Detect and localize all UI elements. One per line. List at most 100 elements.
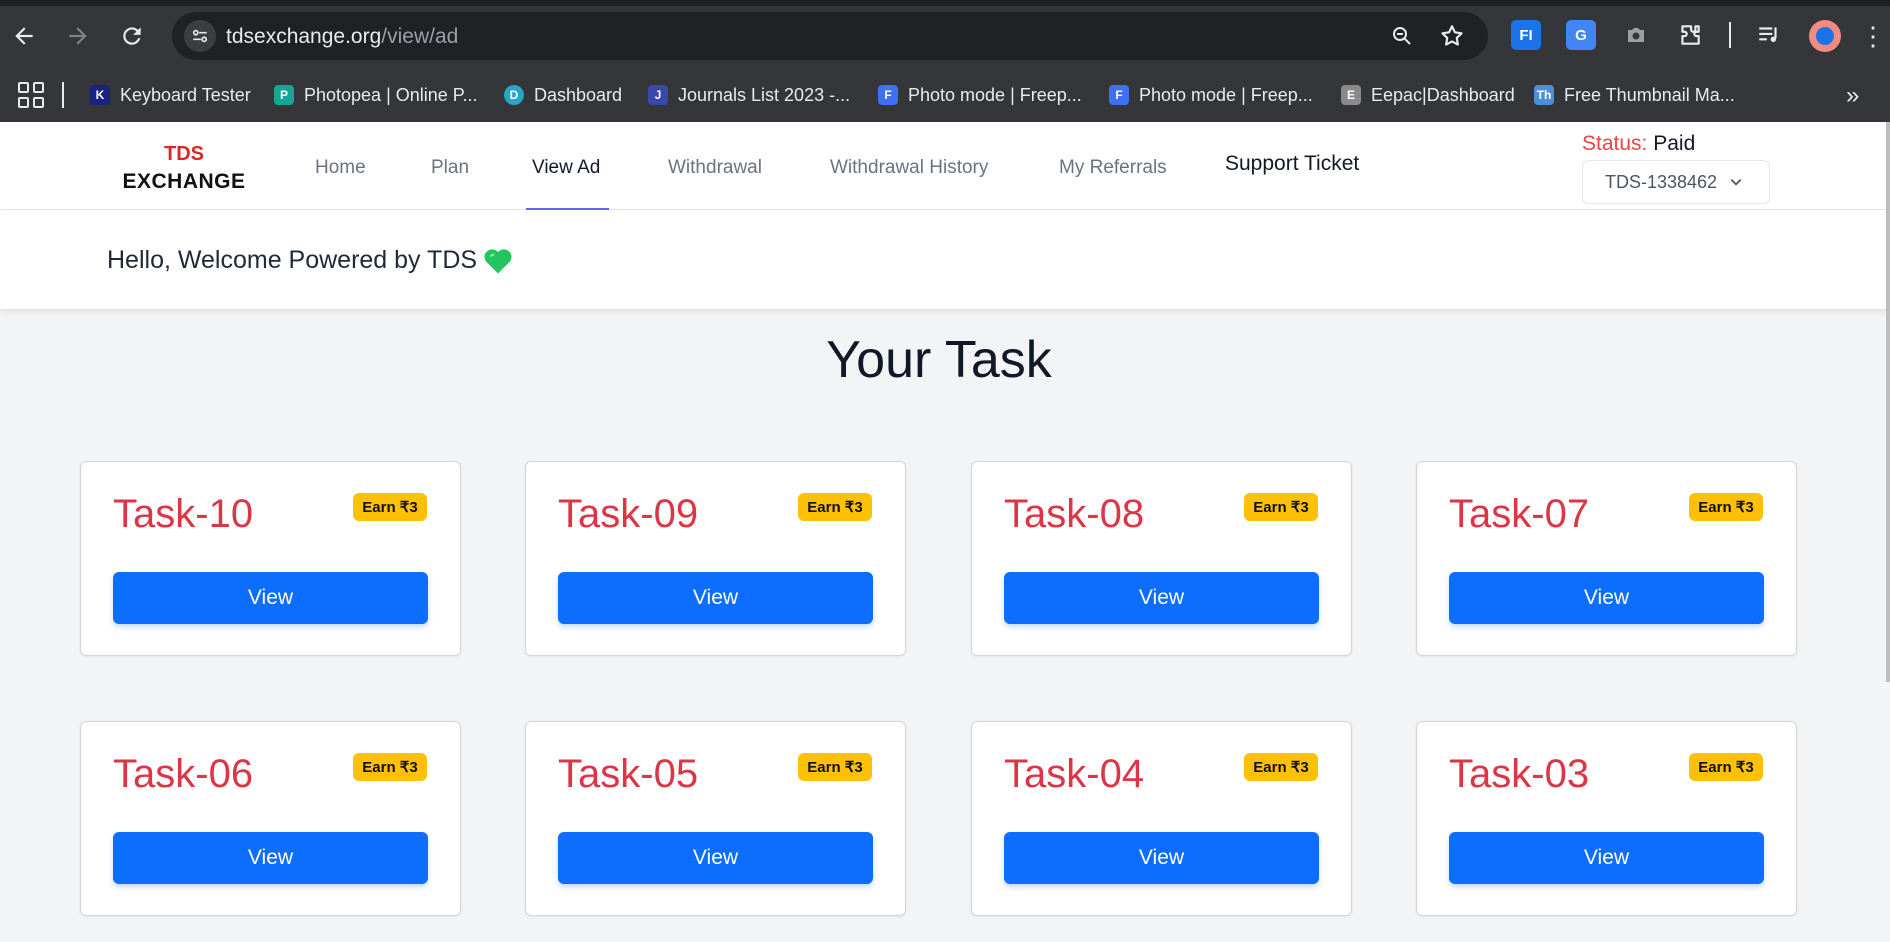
media-control-icon[interactable] (1754, 20, 1784, 50)
extension-fi-icon[interactable]: FI (1511, 20, 1541, 50)
page-scrollbar[interactable] (1886, 122, 1890, 682)
task-title: Task-03 (1449, 752, 1590, 796)
bookmark-label: Dashboard (534, 84, 623, 105)
task-card: Task-06 Earn ₹3 View (80, 721, 461, 916)
view-task-button[interactable]: View (558, 832, 873, 884)
view-task-button[interactable]: View (1004, 572, 1319, 624)
user-dropdown[interactable]: TDS-1338462 (1582, 160, 1770, 204)
bookmark-freepik-1[interactable]: F Photo mode | Freep... (878, 80, 1082, 110)
site-navbar: TDS EXCHANGE Home Plan View Ad Withdrawa… (0, 122, 1890, 210)
more-menu-icon[interactable]: ⋮ (1860, 20, 1890, 52)
bookmark-favicon: F (878, 85, 898, 105)
view-task-button[interactable]: View (113, 572, 428, 624)
task-card: Task-03 Earn ₹3 View (1416, 721, 1797, 916)
bookmark-journals-list[interactable]: J Journals List 2023 -... (648, 80, 850, 110)
view-task-button[interactable]: View (1004, 832, 1319, 884)
translate-extension-icon[interactable]: G (1566, 20, 1596, 50)
earn-badge: Earn ₹3 (353, 753, 427, 781)
url-domain: tdsexchange.org (226, 25, 382, 48)
bookmark-favicon: J (648, 85, 668, 105)
bookmark-favicon: F (1109, 85, 1129, 105)
bookmarks-divider (62, 82, 64, 108)
avatar-icon (1816, 27, 1834, 45)
brand-line-1: TDS (164, 143, 204, 165)
bookmark-label: Journals List 2023 -... (678, 84, 851, 105)
profile-avatar[interactable] (1809, 20, 1841, 52)
earn-badge: Earn ₹3 (1689, 493, 1763, 521)
nav-withdrawal[interactable]: Withdrawal (668, 157, 762, 179)
earn-badge: Earn ₹3 (798, 493, 872, 521)
task-card: Task-04 Earn ₹3 View (971, 721, 1352, 916)
user-id: TDS-1338462 (1605, 171, 1718, 192)
bookmark-favicon: K (90, 85, 110, 105)
task-title: Task-06 (113, 752, 254, 796)
nav-support-ticket[interactable]: Support Ticket (1225, 152, 1359, 176)
reload-button[interactable] (114, 18, 150, 54)
earn-badge: Earn ₹3 (353, 493, 427, 521)
bookmark-label: Keyboard Tester (120, 84, 251, 105)
welcome-banner: Hello, Welcome Powered by TDS (0, 210, 1890, 309)
address-bar[interactable]: tdsexchange.org/view/ad (172, 12, 1488, 60)
task-card: Task-07 Earn ₹3 View (1416, 461, 1797, 656)
view-task-button[interactable]: View (113, 832, 428, 884)
toolbar-divider (1729, 22, 1731, 48)
tab-strip (0, 0, 1890, 6)
task-title: Task-08 (1004, 492, 1145, 536)
bookmark-free-thumbnail[interactable]: Th Free Thumbnail Ma... (1534, 80, 1735, 110)
brand-line-2: EXCHANGE (122, 170, 246, 193)
task-card: Task-08 Earn ₹3 View (971, 461, 1352, 656)
task-title: Task-09 (558, 492, 699, 536)
nav-plan[interactable]: Plan (431, 157, 469, 179)
bookmark-label: Photo mode | Freep... (908, 84, 1082, 105)
more-bookmarks-icon[interactable]: » (1846, 82, 1859, 110)
task-card: Task-10 Earn ₹3 View (80, 461, 461, 656)
bookmark-label: Free Thumbnail Ma... (1564, 84, 1735, 105)
bookmark-dashboard[interactable]: D Dashboard (504, 80, 622, 110)
bookmark-keyboard-tester[interactable]: K Keyboard Tester (90, 80, 251, 110)
browser-chrome: tdsexchange.org/view/ad FI G ⋮ K Keyboar… (0, 0, 1890, 122)
bookmark-favicon: Th (1534, 85, 1554, 105)
earn-badge: Earn ₹3 (1244, 493, 1318, 521)
brand-logo[interactable]: TDS EXCHANGE (122, 140, 246, 196)
bookmarks-bar: K Keyboard Tester P Photopea | Online P.… (0, 70, 1890, 122)
apps-grid-icon[interactable] (18, 82, 44, 108)
nav-my-referrals[interactable]: My Referrals (1059, 157, 1167, 179)
site-info-icon[interactable] (184, 20, 216, 52)
bookmark-star-icon[interactable] (1438, 22, 1466, 50)
nav-view-ad[interactable]: View Ad (532, 157, 600, 179)
arrow-left-icon (15, 27, 33, 45)
bookmark-favicon: E (1341, 85, 1361, 105)
status-label: Status: (1582, 132, 1648, 155)
earn-badge: Earn ₹3 (1244, 753, 1318, 781)
welcome-text: Hello, Welcome Powered by TDS (107, 246, 478, 274)
earn-badge: Earn ₹3 (1689, 753, 1763, 781)
zoom-icon[interactable] (1388, 22, 1416, 50)
green-heart-icon (484, 248, 512, 273)
bookmark-label: Eepac|Dashboard (1371, 84, 1515, 105)
task-title: Task-10 (113, 492, 254, 536)
bookmark-favicon: D (504, 85, 524, 105)
view-task-button[interactable]: View (1449, 572, 1764, 624)
earn-badge: Earn ₹3 (798, 753, 872, 781)
task-card: Task-05 Earn ₹3 View (525, 721, 906, 916)
forward-button[interactable] (60, 18, 96, 54)
bookmark-eepac[interactable]: E Eepac|Dashboard (1341, 80, 1515, 110)
nav-home[interactable]: Home (315, 157, 366, 179)
url-text[interactable]: tdsexchange.org/view/ad (226, 25, 458, 49)
bookmark-favicon: P (274, 85, 294, 105)
bookmark-photopea[interactable]: P Photopea | Online P... (274, 80, 477, 110)
nav-withdrawal-history[interactable]: Withdrawal History (830, 157, 988, 179)
status-value: Paid (1653, 132, 1696, 155)
task-card: Task-09 Earn ₹3 View (525, 461, 906, 656)
bookmark-freepik-2[interactable]: F Photo mode | Freep... (1109, 80, 1313, 110)
view-task-button[interactable]: View (558, 572, 873, 624)
welcome-message: Hello, Welcome Powered by TDS (107, 246, 513, 275)
task-title: Task-05 (558, 752, 699, 796)
bookmark-label: Photo mode | Freep... (1139, 84, 1313, 105)
back-button[interactable] (6, 18, 42, 54)
extensions-puzzle-icon[interactable] (1675, 20, 1705, 50)
view-task-button[interactable]: View (1449, 832, 1764, 884)
account-status: Status: Paid (1582, 132, 1695, 156)
task-title: Task-07 (1449, 492, 1590, 536)
camera-extension-icon[interactable] (1621, 20, 1651, 50)
